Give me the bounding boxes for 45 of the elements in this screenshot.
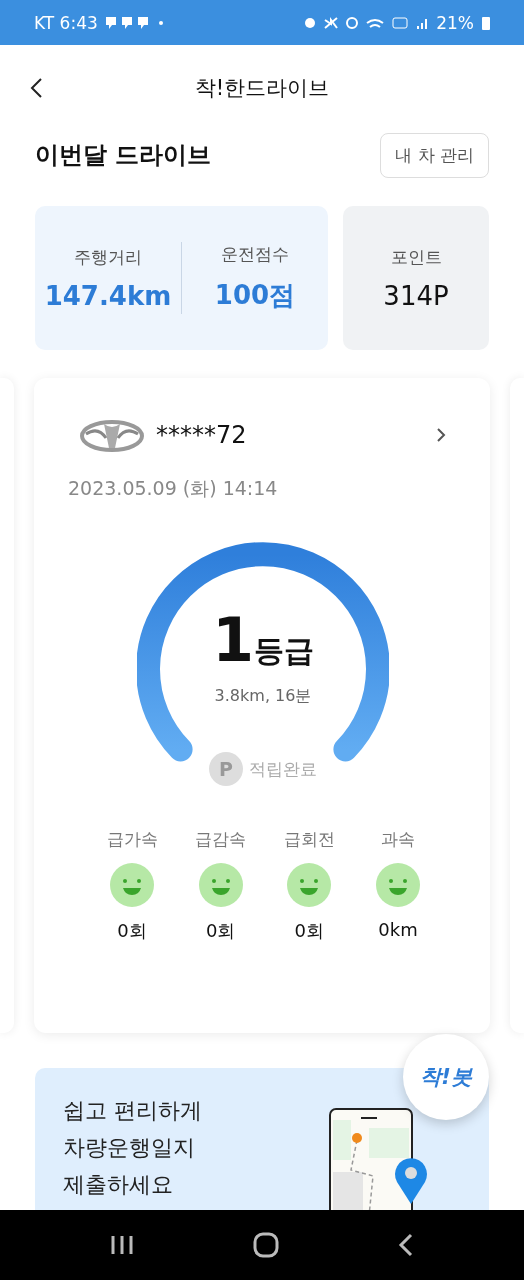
chatbot-button[interactable]: 착!봇 (403, 1034, 489, 1120)
back-icon[interactable] (29, 77, 43, 99)
manage-car-button[interactable]: 내 차 관리 (380, 132, 489, 178)
smiley-icon (198, 863, 243, 907)
event-count: 0회 (294, 919, 325, 943)
event-count: 0회 (205, 919, 236, 943)
home-icon[interactable] (253, 1232, 279, 1258)
banner-text: 차량운행일지 (63, 1134, 196, 1162)
section-title: 이번달 드라이브 (35, 140, 212, 171)
event-label: 급회전 (283, 828, 335, 851)
trip-card[interactable]: *****72 2023.05.09 (화) 14:14 1등급 3.8km, 16분 P 적립완료 급가속 0회 급감속 0회 급회전 0회 과속 0km (34, 378, 490, 1033)
chevron-right-icon[interactable] (436, 427, 446, 443)
stat-value: 147.4km (44, 280, 172, 311)
car-plate: *****72 (156, 421, 247, 449)
stat-value: 100점 (214, 279, 296, 312)
smiley-icon (375, 863, 420, 907)
smiley-icon (110, 863, 154, 907)
car-logo-icon (80, 418, 144, 452)
stat-label: 운전점수 (221, 243, 289, 266)
grade-unit: 등급 (253, 632, 314, 670)
wifi-icon (366, 17, 385, 28)
status-time: KT 6:43 (34, 12, 98, 33)
event-label: 급가속 (106, 828, 158, 851)
event-count: 0km (378, 919, 418, 940)
banner-text: 제출하세요 (63, 1171, 174, 1199)
back-icon[interactable] (398, 1233, 415, 1257)
points-label: 포인트 (390, 245, 442, 269)
notification-icon (105, 15, 166, 30)
page-title: 착!한드라이브 (194, 75, 330, 102)
event-count: 0회 (117, 919, 147, 943)
recent-apps-icon[interactable] (109, 1234, 134, 1256)
trip-datetime: 2023.05.09 (화) 14:14 (68, 476, 279, 501)
points-value: 314P (383, 280, 449, 311)
point-badge: P (209, 752, 243, 786)
battery-icon (482, 15, 490, 30)
event-label: 급감속 (195, 828, 247, 851)
signal-icon (416, 16, 429, 29)
banner-text: 쉽고 편리하게 (63, 1097, 202, 1125)
stat-label: 주행거리 (74, 245, 142, 269)
battery-percent: 21% (436, 12, 474, 33)
event-label: 과속 (380, 828, 415, 851)
smiley-icon (287, 863, 332, 907)
trip-summary: 3.8km, 16분 (214, 686, 312, 707)
point-status: 적립완료 (249, 757, 317, 781)
grade-number: 1 (212, 610, 254, 670)
